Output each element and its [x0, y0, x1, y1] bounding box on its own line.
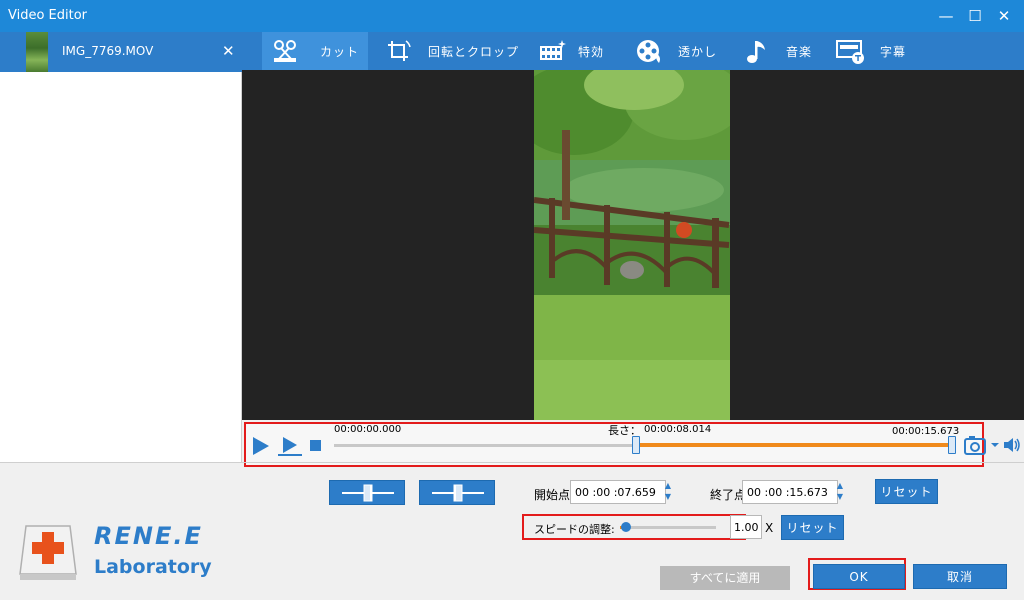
start-time-spinner[interactable]: ▲ ▼ [662, 480, 674, 504]
start-handle[interactable] [632, 436, 641, 454]
file-list-item[interactable]: IMG_7769.MOV ✕ [0, 32, 242, 72]
speed-unit: X [765, 521, 774, 535]
tab-watermark-label: 透かし [678, 45, 718, 59]
start-time-input[interactable]: 00 :00 :07.659 [570, 480, 666, 504]
tab-rotate-crop[interactable]: 回転とクロップ [378, 32, 518, 70]
title-bar: Video Editor — ☐ ✕ [0, 0, 1024, 32]
tab-rotate-crop-label: 回転とクロップ [428, 45, 520, 59]
start-point-label: 開始点 [534, 488, 571, 502]
reset-speed-button[interactable]: リセット [781, 515, 844, 540]
remove-file-icon[interactable]: ✕ [222, 42, 235, 60]
speed-slider-knob[interactable] [620, 522, 631, 532]
timeline-panel: 00:00:00.000 長さ： 00:00:08.014 00:00:15.6… [244, 422, 986, 467]
tab-subtitle-label: 字幕 [880, 45, 907, 59]
end-time-spinner[interactable]: ▲ ▼ [834, 480, 846, 504]
tab-watermark[interactable]: 透かし [632, 32, 728, 70]
rene-logo-icon [19, 525, 77, 580]
selected-range [636, 443, 950, 447]
set-start-icon [342, 484, 394, 502]
speed-label: スピードの調整: [534, 523, 615, 536]
end-point-label: 終了点 [710, 488, 747, 502]
video-preview [242, 70, 1024, 420]
file-name: IMG_7769.MOV [62, 44, 154, 58]
tab-cut[interactable]: カット [262, 32, 368, 70]
tab-effects[interactable]: 特効 [532, 32, 622, 70]
window-title: Video Editor [8, 8, 88, 23]
file-list: IMG_7769.MOV ✕ [0, 32, 242, 462]
minimize-button[interactable]: — [934, 4, 958, 28]
editor-tabs: カット 回転とクロップ 特効 透かし 音楽 字幕 [242, 32, 1024, 70]
end-handle[interactable] [948, 436, 956, 454]
speed-value-input[interactable]: 1.00 [730, 515, 762, 539]
tab-effects-label: 特効 [578, 45, 605, 59]
set-end-marker-button[interactable] [419, 480, 495, 505]
speed-slider-track[interactable] [620, 526, 716, 529]
divider [0, 462, 1024, 463]
volume-icon[interactable] [1002, 436, 1022, 454]
camera-icon[interactable] [964, 434, 988, 456]
crop-icon [388, 40, 411, 61]
maximize-button[interactable]: ☐ [963, 4, 987, 28]
video-frame [534, 70, 730, 420]
tab-music[interactable]: 音楽 [740, 32, 824, 70]
set-end-icon [432, 484, 484, 502]
film-effects-icon [540, 40, 566, 60]
cancel-button[interactable]: 取消 [913, 564, 1007, 589]
ok-button[interactable]: OK [813, 564, 905, 589]
film-reel-icon [637, 40, 660, 63]
music-note-icon [747, 41, 765, 63]
play-icon[interactable] [250, 435, 272, 457]
set-start-marker-button[interactable] [329, 480, 405, 505]
logo-subtitle: Laboratory [94, 556, 212, 578]
reset-time-button[interactable]: リセット [875, 479, 938, 504]
logo-brand: RENE.E [94, 522, 203, 550]
close-window-button[interactable]: ✕ [992, 4, 1016, 28]
stop-icon[interactable] [310, 440, 322, 452]
apply-to-all-button[interactable]: すべてに適用 [660, 566, 790, 590]
file-thumbnail [26, 32, 48, 72]
end-time-input[interactable]: 00 :00 :15.673 [742, 480, 838, 504]
tab-music-label: 音楽 [786, 45, 813, 59]
tab-cut-label: カット [320, 45, 360, 59]
length-value: 00:00:08.014 [644, 424, 712, 435]
subtitle-icon [836, 40, 864, 64]
chevron-down-icon[interactable] [990, 440, 1000, 450]
timeline-start-time: 00:00:00.000 [334, 424, 402, 435]
play-selection-icon[interactable] [277, 435, 303, 457]
scissors-icon [274, 40, 296, 62]
tab-subtitle[interactable]: 字幕 [834, 32, 924, 70]
